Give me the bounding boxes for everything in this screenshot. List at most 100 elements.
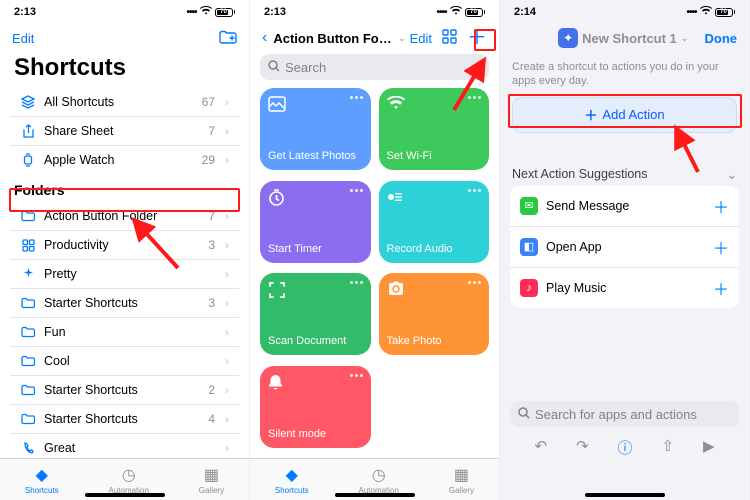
card-more-icon[interactable]	[350, 281, 363, 284]
nav-bar: Edit	[0, 24, 249, 52]
share-icon[interactable]: ⇧	[661, 437, 674, 458]
row-apple-watch[interactable]: Apple Watch 29 ›	[10, 146, 239, 174]
back-button[interactable]: ‹	[262, 29, 267, 47]
action-search-field[interactable]: Search for apps and actions	[510, 401, 739, 427]
battery-icon: 70	[215, 8, 236, 17]
shortcut-card[interactable]: Take Photo	[379, 273, 490, 355]
chevron-right-icon: ›	[225, 412, 229, 426]
action-search-placeholder: Search for apps and actions	[535, 407, 697, 422]
run-icon[interactable]: ▶	[703, 437, 715, 458]
folder-row[interactable]: Pretty›	[10, 260, 239, 289]
folder-row[interactable]: Fun›	[10, 318, 239, 347]
status-bar: 2:13 •••• 70	[0, 0, 249, 24]
folder-row[interactable]: Starter Shortcuts4›	[10, 405, 239, 434]
add-action-label: Add Action	[602, 107, 664, 122]
chevron-down-icon[interactable]: ⌄	[398, 33, 406, 44]
panel-new-shortcut: 2:14 •••• 70 ✦ New Shortcut 1 ⌄ Done Cre…	[500, 0, 750, 500]
shortcut-card[interactable]: Record Audio	[379, 181, 490, 263]
search-icon	[518, 407, 530, 422]
suggestion-label: Play Music	[546, 281, 705, 295]
shortcut-card[interactable]: Scan Document	[260, 273, 371, 355]
card-more-icon[interactable]	[468, 281, 481, 284]
status-right: •••• 70	[686, 6, 735, 18]
suggestion-row[interactable]: ♪Play Music＋	[510, 268, 739, 308]
redo-icon[interactable]: ↷	[576, 437, 589, 458]
card-name: Silent mode	[268, 428, 363, 440]
card-more-icon[interactable]	[468, 189, 481, 192]
add-suggestion-icon[interactable]: ＋	[713, 235, 729, 259]
editor-body: Create a shortcut to actions you do in y…	[500, 52, 749, 395]
folder-label: Starter Shortcuts	[44, 412, 200, 426]
search-field[interactable]: Search	[260, 54, 489, 80]
card-more-icon[interactable]	[350, 96, 363, 99]
app-icon: ◧	[520, 238, 538, 256]
edit-button[interactable]: Edit	[12, 31, 34, 46]
folder-row[interactable]: Great›	[10, 434, 239, 458]
layers-icon	[20, 95, 36, 109]
signal-dots-icon: ••••	[436, 7, 446, 18]
timer-icon	[268, 189, 285, 211]
done-button[interactable]: Done	[705, 31, 738, 46]
shortcut-card[interactable]: Start Timer	[260, 181, 371, 263]
folder-icon	[20, 297, 36, 309]
card-more-icon[interactable]	[350, 189, 363, 192]
suggestion-label: Open App	[546, 240, 705, 254]
search-placeholder: Search	[285, 60, 326, 75]
shortcut-card[interactable]: Get Latest Photos	[260, 88, 371, 170]
folder-count: 2	[208, 383, 215, 397]
grid-view-icon[interactable]	[442, 29, 457, 47]
card-name: Start Timer	[268, 243, 363, 255]
shortcuts-grid[interactable]: Get Latest PhotosSet Wi-Fi Start Timer Rec…	[250, 86, 499, 458]
signal-dots-icon: ••••	[186, 7, 196, 18]
add-action-button[interactable]: ＋ Add Action	[512, 97, 737, 133]
folder-row[interactable]: Starter Shortcuts2›	[10, 376, 239, 405]
card-name: Take Photo	[387, 335, 482, 347]
tab-automation[interactable]: ◷Automation	[108, 465, 148, 495]
status-right: •••• 70	[436, 6, 485, 18]
folder-row[interactable]: Action Button Folder7›	[10, 202, 239, 231]
suggestions-header-row: Next Action Suggestions ⌄	[500, 143, 749, 186]
main-scroll[interactable]: All Shortcuts 67 › Share Sheet 7 › Apple…	[0, 88, 249, 458]
new-folder-icon[interactable]	[219, 30, 237, 47]
row-all-shortcuts[interactable]: All Shortcuts 67 ›	[10, 88, 239, 117]
folder-row[interactable]: Starter Shortcuts3›	[10, 289, 239, 318]
row-count: 67	[202, 95, 215, 109]
row-count: 29	[202, 153, 215, 167]
hint-text: Create a shortcut to actions you do in y…	[500, 52, 749, 95]
shortcut-card[interactable]: Set Wi-Fi	[379, 88, 490, 170]
phone-icon	[20, 442, 36, 455]
edit-button[interactable]: Edit	[410, 31, 432, 46]
tab-gallery[interactable]: ▦Gallery	[199, 465, 224, 495]
shortcut-card[interactable]: Silent mode	[260, 366, 371, 448]
suggestions-list: ✉Send Message＋◧Open App＋♪Play Music＋	[510, 186, 739, 308]
folders-header: Folders	[0, 174, 249, 202]
card-more-icon[interactable]	[350, 374, 363, 377]
suggestion-row[interactable]: ◧ Open App ＋	[510, 227, 739, 268]
page-title: Shortcuts	[0, 52, 249, 88]
folder-icon	[20, 210, 36, 222]
folder-row[interactable]: Productivity3›	[10, 231, 239, 260]
tab-shortcuts[interactable]: ◆Shortcuts	[275, 465, 309, 495]
add-shortcut-button[interactable]: ＋	[467, 31, 487, 45]
chevron-down-icon[interactable]: ⌄	[681, 33, 689, 44]
home-indicator	[335, 493, 415, 497]
add-suggestion-icon[interactable]: ＋	[713, 276, 729, 300]
folder-icon	[20, 384, 36, 396]
tab-automation[interactable]: ◷Automation	[358, 465, 398, 495]
tab-gallery[interactable]: ▦Gallery	[449, 465, 474, 495]
add-suggestion-icon[interactable]: ＋	[713, 194, 729, 218]
row-share-sheet[interactable]: Share Sheet 7 ›	[10, 117, 239, 146]
card-more-icon[interactable]	[468, 96, 481, 99]
folder-row[interactable]: Cool›	[10, 347, 239, 376]
wifi-icon	[387, 96, 405, 115]
undo-icon[interactable]: ↶	[534, 437, 547, 458]
folder-label: Starter Shortcuts	[44, 383, 200, 397]
folder-count: 3	[208, 296, 215, 310]
shortcut-title[interactable]: New Shortcut 1	[582, 31, 677, 46]
suggestion-row[interactable]: ✉Send Message＋	[510, 186, 739, 227]
info-icon[interactable]: ⓘ	[618, 437, 633, 458]
tab-shortcuts[interactable]: ◆Shortcuts	[25, 465, 59, 495]
collapse-icon[interactable]: ⌄	[727, 167, 737, 182]
chevron-right-icon: ›	[225, 153, 229, 167]
bottom-sheet: Search for apps and actions ↶ ↷ ⓘ ⇧ ▶	[500, 395, 749, 500]
